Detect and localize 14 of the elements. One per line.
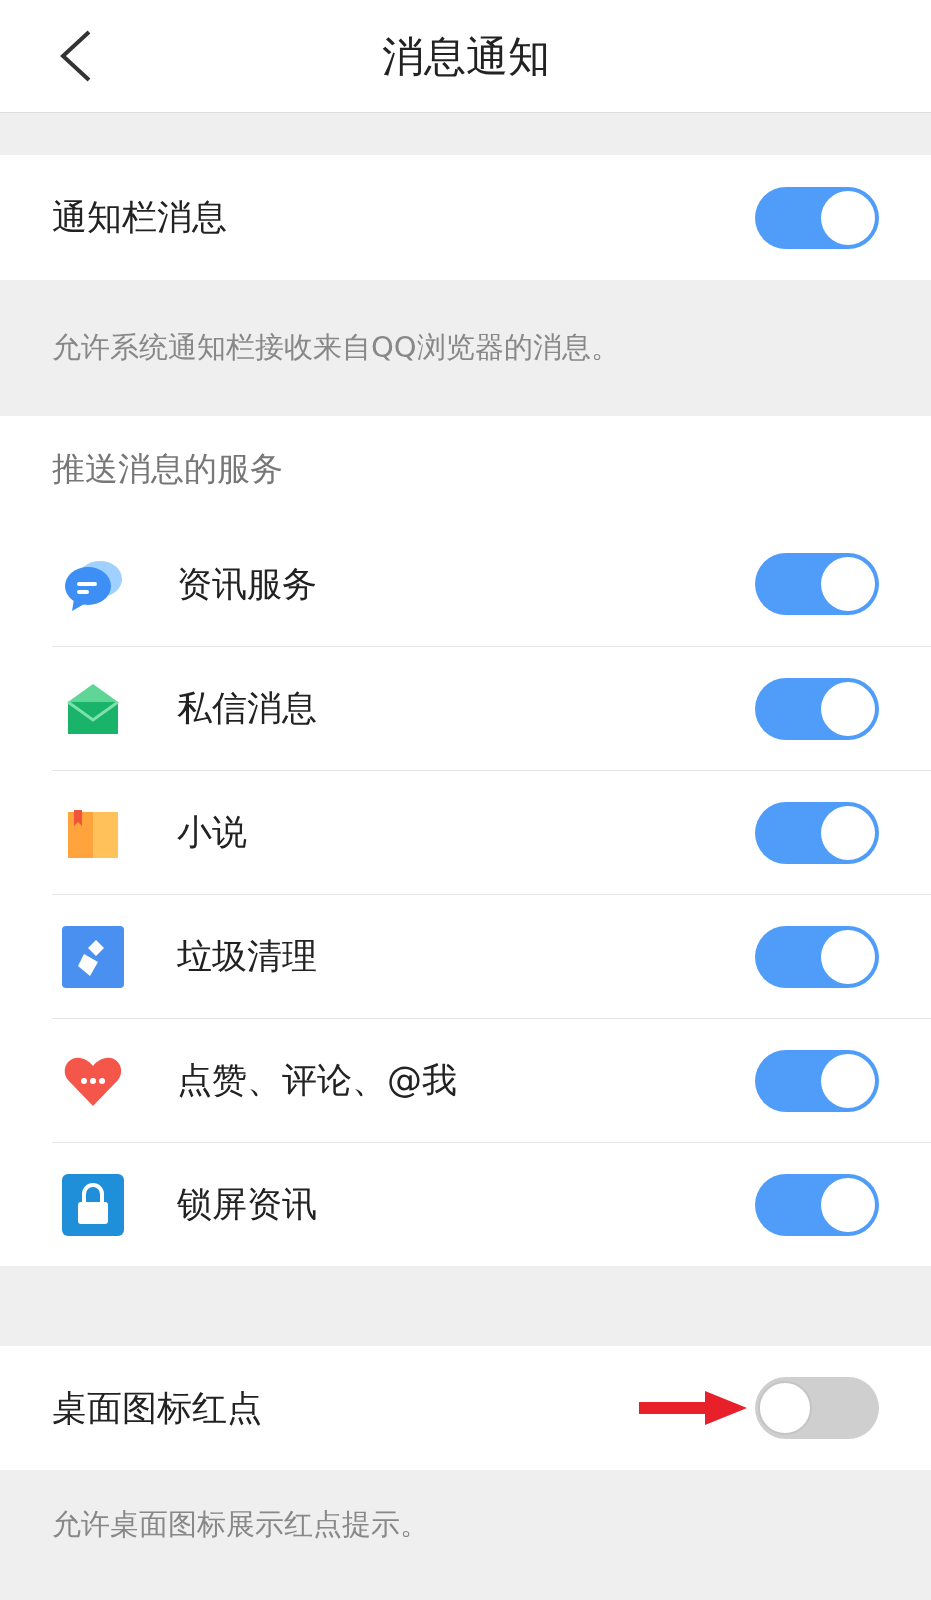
setting-description: 允许桌面图标展示红点提示。 <box>51 1506 429 1544</box>
service-label: 垃圾清理 <box>177 935 317 979</box>
service-label: 点赞、评论、@我 <box>177 1059 457 1103</box>
setting-label: 桌面图标红点 <box>52 1386 262 1430</box>
arrow-icon <box>639 1391 747 1425</box>
service-label: 锁屏资讯 <box>177 1183 317 1227</box>
service-label: 小说 <box>177 811 247 855</box>
setting-description: 允许系统通知栏接收来自QQ浏览器的消息。 <box>51 329 620 367</box>
service-label: 资讯服务 <box>177 562 317 606</box>
page-title: 消息通知 <box>381 30 550 83</box>
service-label: 私信消息 <box>177 687 317 731</box>
setting-label: 通知栏消息 <box>52 196 227 240</box>
lock-icon <box>60 1171 126 1238</box>
section-heading: 推送消息的服务 <box>52 448 283 491</box>
